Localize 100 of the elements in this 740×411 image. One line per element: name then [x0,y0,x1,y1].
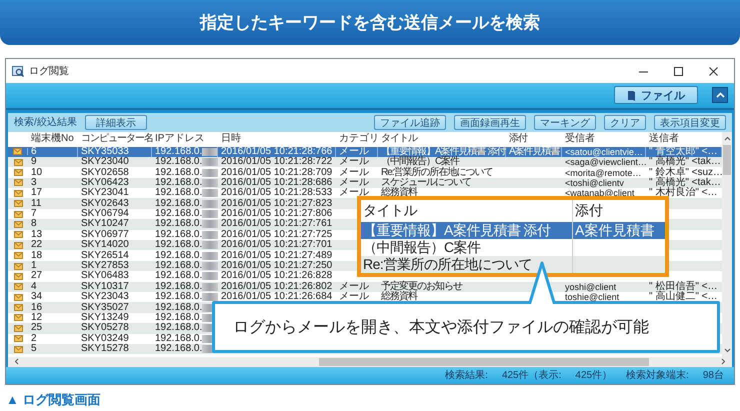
table-cell: 192.168.0. [155,146,202,157]
table-cell: 総務資料 [381,188,417,198]
table-cell: メール [339,146,369,157]
table-cell: A案件見積書 [575,222,654,240]
table-cell: 192.168.0. [155,344,202,354]
table-cell: SKY26514 [81,250,129,261]
table-cell: 2016/01/05 10:21:27:725 [221,230,332,240]
table-cell: 192.168.0. [155,261,202,272]
table-cell: 192.168.0. [155,168,202,178]
table-cell: 192.168.0. [155,230,202,240]
status-text: 検索対象端末: [626,368,689,382]
table-cell: 192.168.0. [155,302,202,313]
table-cell: 1 [31,261,37,272]
column-header: 添付 [574,201,604,220]
table-cell: SKY14020 [81,240,129,250]
table-cell: 2016/01/05 10:21:27:489 [221,250,332,261]
table-cell: <watanab@client [565,188,634,198]
table-cell: 10 [31,168,42,178]
table-cell: 17 [31,188,42,198]
table-cell: " 高橋光" <tak… [649,157,721,168]
table-cell: メール [339,292,369,302]
table-cell: 192.168.0. [155,209,202,220]
table-cell: 11 [31,198,42,209]
table-cell: （中間報告）C案件 [363,238,481,256]
table-cell: （中間報告）C案件 [381,157,460,168]
table-cell: SKY06794 [81,209,129,220]
table-cell: 192.168.0. [155,282,202,292]
table-cell: 2016/01/05 10:21:26:828 [221,271,332,282]
table-cell: SKY06423 [81,178,129,188]
table-cell: メール [339,188,369,198]
table-cell: SKY06483 [81,271,129,282]
table-cell: 2016/01/05 10:21:27:701 [221,240,332,250]
status-text: 検索結果: [445,368,488,382]
table-cell: 【重要情報】A案件見積書 添付 [363,222,551,240]
table-cell: 13 [31,230,42,240]
table-cell: " 鈴木卓" <suz… [649,168,724,178]
table-cell: <toshi@clientv [565,178,624,188]
table-cell: 2016/01/05 10:21:27:250 [221,261,332,272]
table-cell: 2016/01/05 10:21:28:722 [221,157,332,168]
table-cell: 192.168.0. [155,198,202,209]
callout-text: ログからメールを開き、本文や添付ファイルの確認が可能 [233,316,649,338]
table-cell: 2016/01/05 10:21:26:802 [221,282,332,292]
status-text: 425件（表示: [502,368,562,382]
table-cell: 2016/01/05 10:21:28:533 [221,188,332,198]
table-cell: 192.168.0. [155,157,202,168]
table-cell: " 木村良治" <… [649,188,718,198]
table-cell: メール [339,168,369,178]
table-cell: 18 [31,250,42,261]
table-cell: <morita@remote… [565,168,642,178]
table-cell: 192.168.0. [155,312,202,323]
table-cell: 7 [31,209,37,220]
table-cell: 予定変更のお知らせ [381,282,462,292]
table-cell: 192.168.0. [155,271,202,282]
table-cell: 2016/01/05 10:21:26:684 [221,292,332,302]
banner-title: 指定したキーワードを含む送信メールを検索 [200,12,540,34]
table-cell: 25 [31,323,42,334]
status-text: 425件） [575,369,612,382]
table-cell: 2016/01/05 10:21:28:709 [221,168,332,178]
table-cell: 192.168.0. [155,219,202,230]
table-cell: SKY06977 [81,230,129,240]
table-cell: <saga@viewclient… [565,157,647,168]
table-cell: 8 [31,219,37,230]
table-cell: 192.168.0. [155,250,202,261]
window-title: ログ閲覧 [29,65,69,78]
table-cell: 5 [31,344,37,354]
table-cell: SKY23043 [81,292,129,302]
table-cell: SKY35027 [81,302,129,313]
table-cell: 27 [31,271,42,282]
table-cell: 34 [31,292,42,302]
table-cell: 192.168.0. [155,323,202,334]
table-cell: SKY02658 [81,168,129,178]
table-cell: 3 [31,178,37,188]
table-cell: 4 [31,282,37,292]
table-cell: 総務資料 [381,292,417,302]
table-cell: SKY10317 [81,282,129,292]
table-cell: SKY02643 [81,198,129,209]
table-cell: スケジュールについて [381,178,471,188]
table-cell: SKY13249 [81,312,129,323]
status-text: 98台 [702,368,724,382]
table-cell: 22 [31,240,42,250]
table-cell: SKY27853 [81,261,129,272]
table-cell: " 高山健二" <… [649,292,718,302]
table-cell: " 松田信吾" <… [649,282,718,292]
table-cell: SKY10247 [81,219,129,230]
table-cell: yoshi@client [565,282,616,292]
table-cell: SKY23041 [81,188,129,198]
table-cell: SKY05278 [81,323,129,334]
table-cell: メール [339,157,369,168]
table-cell: SKY03249 [81,334,129,344]
table-cell: 192.168.0. [155,178,202,188]
table-cell: 192.168.0. [155,188,202,198]
table-cell: 2016/01/05 10:21:28:686 [221,178,332,188]
table-cell: 192.168.0. [155,292,202,302]
table-cell: 2016/01/05 10:21:27:823 [221,198,332,209]
table-cell: toshie@client [565,292,620,302]
table-cell: 2016/01/05 10:21:27:806 [221,209,332,220]
table-cell: " 高橋光" <tak… [649,178,721,188]
table-cell: メール [339,178,369,188]
table-cell: 2016/01/05 10:21:27:761 [221,219,332,230]
table-cell: 192.168.0. [155,334,202,344]
